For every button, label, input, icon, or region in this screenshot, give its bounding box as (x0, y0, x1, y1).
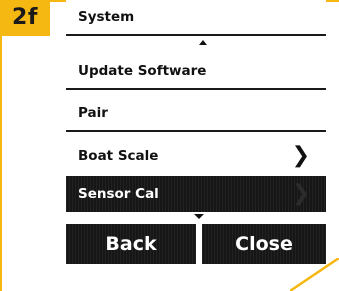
menu-item-label: Pair (78, 105, 108, 121)
menu-item-label: Sensor Cal (78, 186, 159, 202)
chevron-right-icon: ❯ (291, 181, 310, 206)
scroll-down-icon (194, 214, 204, 219)
chevron-right-icon: ❯ (291, 143, 310, 168)
device-screen: System Update Software Pair Boat Scale ❯… (66, 0, 326, 275)
menu-item-system[interactable]: System (66, 0, 326, 36)
scroll-up-icon (199, 40, 207, 45)
menu-item-sensor-cal[interactable]: Sensor Cal ❯ (66, 176, 326, 212)
menu-item-pair[interactable]: Pair (66, 96, 326, 132)
step-badge: 2f (0, 0, 50, 36)
menu-item-boat-scale[interactable]: Boat Scale ❯ (66, 138, 326, 174)
callout-corner-line (290, 258, 339, 291)
menu-item-label: Boat Scale (78, 148, 159, 164)
menu-item-update-software[interactable]: Update Software (66, 54, 326, 90)
back-button[interactable]: Back (66, 224, 196, 264)
menu-item-label: Update Software (78, 63, 207, 79)
menu-item-label: System (78, 9, 135, 25)
